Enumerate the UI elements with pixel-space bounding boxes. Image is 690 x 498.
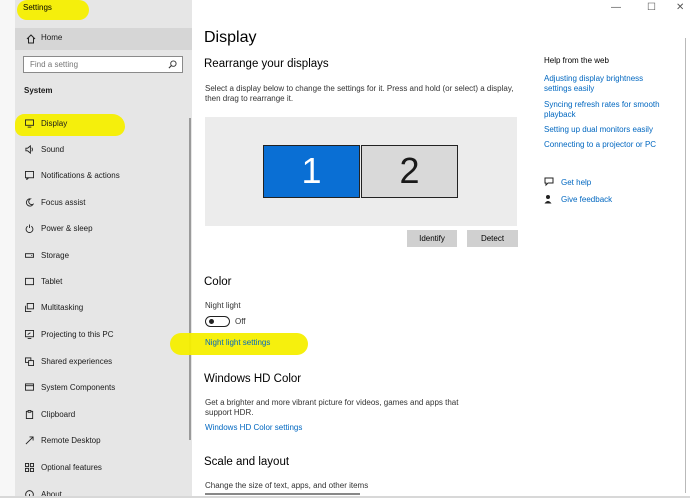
sidebar: Settings Home System Display Sound Notif… xyxy=(15,0,192,498)
help-link-refresh-rates[interactable]: Syncing refresh rates for smooth playbac… xyxy=(544,100,672,120)
home-button[interactable]: Home xyxy=(15,28,192,50)
sidebar-item-focus-assist[interactable]: Focus assist xyxy=(15,192,185,214)
help-link-dual-monitors[interactable]: Setting up dual monitors easily xyxy=(544,125,672,135)
toggle-knob xyxy=(209,319,214,324)
power-icon xyxy=(25,224,34,233)
components-icon xyxy=(25,383,34,391)
sidebar-item-clipboard[interactable]: Clipboard xyxy=(15,404,185,426)
sidebar-item-system-components[interactable]: System Components xyxy=(15,377,185,399)
night-light-state: Off xyxy=(235,317,246,326)
search-icon[interactable] xyxy=(168,60,177,69)
sidebar-item-remote-desktop[interactable]: Remote Desktop xyxy=(15,430,185,452)
sidebar-item-label: Shared experiences xyxy=(41,357,113,366)
clipboard-icon xyxy=(25,410,34,419)
sidebar-item-storage[interactable]: Storage xyxy=(15,245,185,267)
sidebar-item-label: Storage xyxy=(41,251,70,260)
feedback-icon xyxy=(544,195,552,204)
hdr-settings-link[interactable]: Windows HD Color settings xyxy=(205,423,302,433)
maximize-button[interactable]: ☐ xyxy=(647,2,656,13)
sidebar-item-notifications[interactable]: Notifications & actions xyxy=(15,165,185,187)
chat-help-icon xyxy=(544,177,554,187)
sidebar-item-label: Remote Desktop xyxy=(41,436,101,445)
remote-desktop-icon xyxy=(25,436,34,445)
display-arrangement-area[interactable]: 1 2 xyxy=(205,117,517,226)
sidebar-item-label: Clipboard xyxy=(41,410,76,419)
speaker-icon xyxy=(25,145,33,154)
sidebar-item-label: Multitasking xyxy=(41,303,84,312)
sidebar-item-tablet[interactable]: Tablet xyxy=(15,271,185,293)
moon-icon xyxy=(25,198,34,207)
window-title: Settings xyxy=(23,3,52,12)
give-feedback-link[interactable]: Give feedback xyxy=(561,195,689,205)
sidebar-item-label: Notifications & actions xyxy=(41,171,120,180)
sidebar-item-label: Projecting to this PC xyxy=(41,330,114,339)
close-button[interactable]: ✕ xyxy=(676,2,684,13)
tablet-icon xyxy=(25,277,34,286)
sidebar-item-label: Power & sleep xyxy=(41,224,93,233)
sidebar-item-sound[interactable]: Sound xyxy=(15,139,185,161)
help-heading: Help from the web xyxy=(544,56,609,65)
display-2-tile[interactable]: 2 xyxy=(361,145,458,198)
search-box[interactable] xyxy=(23,56,183,73)
scale-heading: Scale and layout xyxy=(204,456,290,468)
page-scrollbar[interactable] xyxy=(685,38,686,493)
monitor-icon xyxy=(25,119,34,128)
color-heading: Color xyxy=(204,276,232,288)
minimize-button[interactable]: — xyxy=(611,2,621,13)
night-light-label: Night light xyxy=(205,301,241,310)
sidebar-item-label: Sound xyxy=(41,145,65,154)
search-input[interactable] xyxy=(30,60,160,69)
help-link-projector[interactable]: Connecting to a projector or PC xyxy=(544,140,672,150)
sidebar-item-power-sleep[interactable]: Power & sleep xyxy=(15,218,185,240)
display-1-tile[interactable]: 1 xyxy=(263,145,360,198)
sidebar-item-projecting[interactable]: Projecting to this PC xyxy=(15,324,185,346)
get-help-link[interactable]: Get help xyxy=(561,178,689,188)
home-icon xyxy=(26,34,36,44)
projecting-icon xyxy=(25,330,34,339)
scale-dropdown[interactable] xyxy=(205,493,360,495)
night-light-settings-link[interactable]: Night light settings xyxy=(205,338,270,348)
left-edge-strip xyxy=(0,0,15,498)
storage-icon xyxy=(25,253,34,258)
hdr-description: Get a brighter and more vibrant picture … xyxy=(205,398,459,417)
multitasking-icon xyxy=(25,303,34,312)
sidebar-item-display[interactable]: Display xyxy=(15,113,185,135)
night-light-toggle[interactable] xyxy=(205,316,230,327)
sidebar-item-optional-features[interactable]: Optional features xyxy=(15,457,185,479)
sidebar-item-label: Display xyxy=(41,119,68,128)
help-link-brightness[interactable]: Adjusting display brightness settings ea… xyxy=(544,74,672,94)
rearrange-description: Select a display below to change the set… xyxy=(205,84,514,103)
page-title: Display xyxy=(204,29,257,46)
hdr-heading: Windows HD Color xyxy=(204,373,302,385)
scale-description: Change the size of text, apps, and other… xyxy=(205,481,369,490)
sidebar-item-label: Tablet xyxy=(41,277,63,286)
display-number: 1 xyxy=(301,150,322,191)
sidebar-scrollbar[interactable] xyxy=(189,118,191,440)
optional-features-icon xyxy=(25,463,34,472)
sidebar-item-label: Optional features xyxy=(41,463,102,472)
display-number: 2 xyxy=(399,150,420,191)
notification-icon xyxy=(25,171,34,180)
home-label: Home xyxy=(41,33,63,42)
identify-button[interactable]: Identify xyxy=(407,230,457,247)
section-label: System xyxy=(24,86,53,95)
sidebar-item-multitasking[interactable]: Multitasking xyxy=(15,297,185,319)
shared-experiences-icon xyxy=(25,357,34,366)
sidebar-item-label: System Components xyxy=(41,383,116,392)
sidebar-item-shared-experiences[interactable]: Shared experiences xyxy=(15,351,185,373)
rearrange-heading: Rearrange your displays xyxy=(204,58,329,70)
sidebar-item-label: Focus assist xyxy=(41,198,86,207)
detect-button[interactable]: Detect xyxy=(467,230,518,247)
